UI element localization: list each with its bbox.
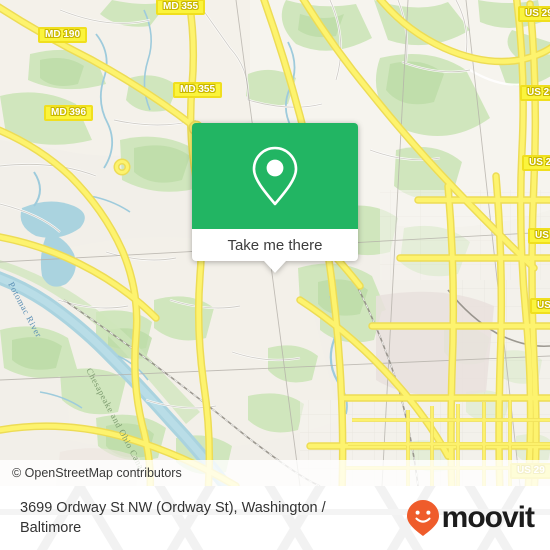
location-address: 3699 Ordway St NW (Ordway St), Washingto… bbox=[20, 500, 326, 536]
moovit-wordmark: moovit bbox=[441, 501, 535, 534]
shield-us-29-b: US 29 bbox=[520, 85, 550, 101]
marker-card-action[interactable]: Take me there bbox=[192, 229, 358, 273]
location-marker-card[interactable]: Take me there bbox=[192, 123, 358, 273]
footer-bar: 3699 Ordway St NW (Ordway St), Washingto… bbox=[0, 486, 550, 550]
shield-md-355-north: MD 355 bbox=[156, 0, 206, 15]
shield-us-29-a: US 29 bbox=[518, 6, 550, 22]
moovit-logo[interactable]: moovit bbox=[406, 499, 535, 537]
shield-us-29-d: US 29 bbox=[528, 228, 550, 244]
shield-md-190: MD 190 bbox=[38, 27, 88, 43]
marker-card-header bbox=[192, 123, 358, 229]
footer-content: 3699 Ordway St NW (Ordway St), Washingto… bbox=[0, 486, 550, 550]
osm-attribution-text[interactable]: © OpenStreetMap contributors bbox=[12, 467, 182, 480]
map-attribution-bar: © OpenStreetMap contributors bbox=[0, 460, 550, 486]
take-me-there-label: Take me there bbox=[227, 236, 323, 254]
map-pin-icon bbox=[252, 146, 298, 206]
marker-card-tail bbox=[264, 261, 286, 273]
shield-md-355-mid: MD 355 bbox=[173, 82, 223, 98]
shield-us-29-c: US 29 bbox=[522, 155, 550, 171]
map-viewport[interactable]: Potomac River Chesapeake and Ohio Canal … bbox=[0, 0, 550, 486]
moovit-pin-icon bbox=[406, 500, 439, 536]
shield-md-396: MD 396 bbox=[44, 105, 94, 121]
map-screenshot-page: Potomac River Chesapeake and Ohio Canal … bbox=[0, 0, 550, 550]
shield-us-29-e: US 29 bbox=[530, 298, 550, 314]
